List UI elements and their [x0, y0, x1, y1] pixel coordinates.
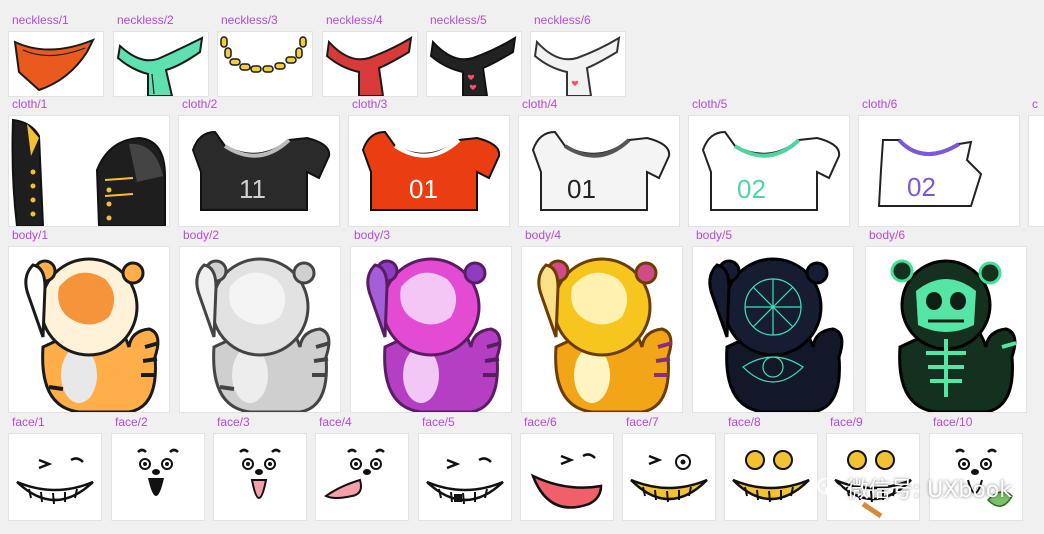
asset-label: face/2 — [115, 415, 148, 429]
cloth-asset-tile[interactable]: 02 — [689, 116, 849, 226]
asset-label: neckless/6 — [534, 13, 591, 27]
asset-label: neckless/1 — [12, 13, 69, 27]
face-asset-tile[interactable] — [316, 434, 408, 520]
body-asset-tile[interactable] — [9, 247, 169, 412]
asset-label: face/7 — [626, 415, 659, 429]
money-eyes-face-icon — [732, 450, 810, 503]
cloth-asset-tile[interactable] — [1029, 116, 1044, 226]
body-asset-tile[interactable] — [351, 247, 511, 412]
asset-label: c — [1032, 97, 1038, 111]
asset-label: neckless/4 — [326, 13, 383, 27]
purple-tiger-body-icon — [366, 257, 502, 412]
body-asset-tile[interactable] — [180, 247, 340, 412]
asset-label: neckless/5 — [430, 13, 487, 27]
asset-label: face/1 — [12, 415, 45, 429]
body-asset-tile[interactable] — [522, 247, 682, 412]
cloth-asset-tile[interactable]: 11 — [179, 116, 339, 226]
neckless-asset-tile[interactable] — [427, 32, 521, 96]
cloth-asset-tile[interactable]: 02 — [859, 116, 1019, 226]
jersey-number: 01 — [409, 174, 438, 204]
asset-label: face/9 — [830, 415, 863, 429]
face-asset-tile[interactable] — [521, 434, 613, 520]
red-tshirt-icon: 01 — [361, 130, 501, 211]
wechat-watermark: 微信号: UXbook — [816, 472, 1012, 504]
neckless-asset-tile[interactable] — [323, 32, 417, 96]
gold-grin-face-icon — [630, 454, 708, 503]
tongue-out-face-icon — [324, 448, 385, 499]
gold-chain-icon — [220, 36, 307, 73]
wechat-logo-icon — [816, 477, 843, 499]
grin-face-icon — [16, 457, 94, 505]
face-asset-tile[interactable] — [725, 434, 817, 520]
asset-label: body/6 — [869, 228, 906, 242]
face-asset-tile[interactable] — [419, 434, 511, 520]
neckless-asset-tile[interactable] — [531, 32, 625, 96]
asset-label: body/2 — [183, 228, 220, 242]
face-asset-tile[interactable] — [9, 434, 101, 520]
red-mouth-face-icon — [530, 453, 603, 509]
body-asset-tile[interactable] — [866, 247, 1026, 412]
asset-label: face/8 — [728, 415, 761, 429]
cloth-asset-tile[interactable]: 01 — [519, 116, 679, 226]
asset-label: cloth/1 — [12, 97, 48, 111]
jersey-number: 02 — [737, 174, 766, 204]
asset-label: face/5 — [422, 415, 455, 429]
orange-scarf-icon — [13, 38, 96, 92]
face-asset-tile[interactable] — [112, 434, 204, 520]
skeleton-tiger-body-icon — [890, 259, 1017, 412]
toothy-grin-face-icon — [426, 457, 504, 505]
asset-label: cloth/2 — [182, 97, 218, 111]
orange-tiger-body-icon — [24, 257, 160, 412]
asset-label: cloth/6 — [862, 97, 898, 111]
neckless-asset-tile[interactable] — [9, 32, 103, 96]
asset-label: face/6 — [524, 415, 557, 429]
partial-cloth-icon — [1029, 116, 1044, 226]
dark-pattern-tiger-body-icon — [708, 257, 844, 412]
asset-label: body/1 — [12, 228, 49, 242]
jersey-number: 11 — [239, 174, 266, 204]
military-jacket-icon — [11, 118, 166, 226]
face-asset-tile[interactable] — [214, 434, 306, 520]
face-asset-tile[interactable] — [623, 434, 715, 520]
asset-label: cloth/4 — [522, 97, 558, 111]
watermark-text: 微信号: UXbook — [846, 478, 1012, 503]
asset-label: face/4 — [319, 415, 352, 429]
tongue-face-icon — [239, 448, 281, 499]
body-asset-tile[interactable] — [693, 247, 853, 412]
mint-tshirt-icon: 02 — [701, 130, 841, 211]
asset-label: body/4 — [525, 228, 562, 242]
gold-tiger-body-icon — [537, 257, 673, 412]
mint-scarf-icon — [116, 36, 204, 96]
open-mouth-face-icon — [137, 448, 179, 496]
asset-label: neckless/2 — [117, 13, 174, 27]
asset-label: neckless/3 — [221, 13, 278, 27]
neckless-asset-tile[interactable] — [114, 32, 208, 96]
cloth-asset-tile[interactable]: 01 — [349, 116, 509, 226]
black-tshirt-icon: 11 — [191, 130, 331, 211]
neckless-asset-tile[interactable] — [218, 32, 312, 96]
asset-label: body/3 — [354, 228, 391, 242]
black-heart-scarf-icon — [429, 36, 517, 96]
asset-label: face/10 — [933, 415, 973, 429]
gray-tiger-body-icon — [195, 257, 331, 412]
purple-tank-top-icon: 02 — [877, 138, 983, 207]
white-heart-scarf-icon — [533, 36, 621, 96]
asset-label: cloth/3 — [352, 97, 388, 111]
asset-label: cloth/5 — [692, 97, 728, 111]
white-tshirt-icon: 01 — [531, 130, 671, 211]
red-scarf-icon — [325, 36, 413, 96]
jersey-number: 02 — [907, 172, 936, 202]
asset-label: body/5 — [696, 228, 733, 242]
asset-label: face/3 — [217, 415, 250, 429]
jersey-number: 01 — [567, 174, 596, 204]
cloth-asset-tile[interactable] — [9, 116, 169, 226]
